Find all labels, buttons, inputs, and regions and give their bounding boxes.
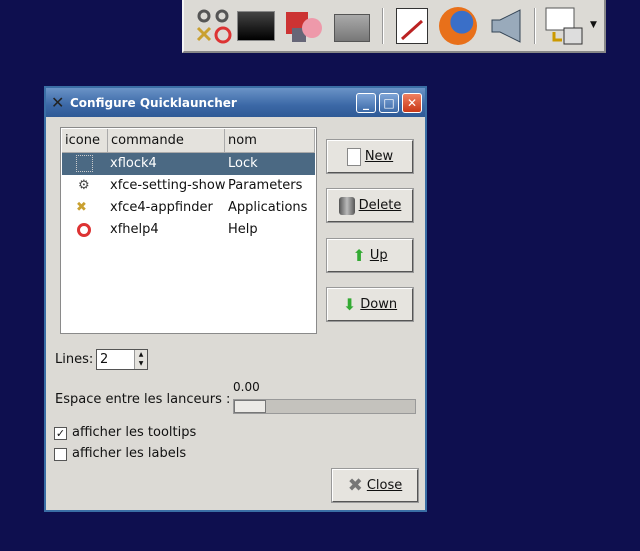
close-x-icon: ✖ bbox=[347, 475, 363, 496]
arrow-up-icon: ⬆ bbox=[352, 246, 366, 265]
gear-icon: ⚙ bbox=[78, 178, 90, 193]
list-item[interactable]: ⚙ xfce-setting-show Parameters bbox=[62, 175, 315, 197]
column-header-icone[interactable]: icone bbox=[62, 129, 108, 153]
new-label: New bbox=[364, 149, 394, 164]
tooltips-label: afficher les tooltips bbox=[72, 425, 197, 440]
spacing-label: Espace entre les lanceurs : bbox=[55, 392, 231, 407]
close-label: Close bbox=[366, 478, 403, 493]
down-label: Down bbox=[360, 297, 398, 312]
command-cell: xfce4-appfinder bbox=[110, 200, 213, 215]
sound-icon[interactable] bbox=[486, 6, 526, 46]
column-header-nom[interactable]: nom bbox=[225, 129, 315, 153]
lines-label: Lines: bbox=[55, 352, 94, 367]
close-button[interactable]: ✖ Close bbox=[331, 468, 419, 503]
xfce-x-icon: ✕ bbox=[51, 93, 65, 112]
terminal-icon[interactable] bbox=[236, 6, 276, 46]
launcher-list[interactable]: icone commande nom xflock4 Lock ⚙ xfce-s… bbox=[60, 127, 317, 334]
lines-value: 2 bbox=[100, 352, 109, 367]
spin-arrows[interactable]: ▲ ▼ bbox=[134, 350, 147, 369]
install-package-icon[interactable] bbox=[282, 6, 322, 46]
firefox-icon[interactable] bbox=[438, 6, 478, 46]
lines-spinbutton[interactable]: 2 ▲ ▼ bbox=[96, 349, 148, 370]
spacing-slider[interactable] bbox=[233, 399, 416, 414]
minimize-button[interactable]: _ bbox=[356, 93, 376, 113]
slider-handle[interactable] bbox=[234, 400, 266, 413]
tooltips-checkbox[interactable]: ✓ bbox=[54, 427, 67, 440]
labels-checkbox[interactable] bbox=[54, 448, 67, 461]
spacing-value: 0.00 bbox=[233, 380, 260, 394]
lock-icon bbox=[76, 155, 93, 172]
window-switcher-icon[interactable] bbox=[544, 6, 584, 46]
command-cell: xfhelp4 bbox=[110, 222, 159, 237]
text-editor-icon[interactable] bbox=[392, 6, 432, 46]
configure-quicklauncher-dialog: ✕ Configure Quicklauncher _ □ ✕ icone co… bbox=[44, 86, 427, 512]
dialog-title: Configure Quicklauncher bbox=[70, 96, 237, 110]
name-cell: Parameters bbox=[228, 178, 303, 193]
name-cell: Applications bbox=[228, 200, 308, 215]
down-button[interactable]: ⬇ Down bbox=[326, 287, 414, 322]
title-bar[interactable]: ✕ Configure Quicklauncher _ □ ✕ bbox=[46, 88, 425, 117]
list-item[interactable]: xfhelp4 Help bbox=[62, 219, 315, 241]
labels-label: afficher les labels bbox=[72, 446, 187, 461]
name-cell: Lock bbox=[228, 156, 258, 171]
name-cell: Help bbox=[228, 222, 258, 237]
arrow-down-icon: ⬇ bbox=[342, 295, 357, 314]
xfce-panel: ▼ bbox=[182, 0, 606, 53]
chevron-down-icon[interactable]: ▼ bbox=[590, 20, 597, 30]
new-document-icon bbox=[346, 147, 361, 166]
lifebuoy-icon bbox=[77, 223, 91, 237]
close-window-button[interactable]: ✕ bbox=[402, 93, 422, 113]
command-cell: xflock4 bbox=[110, 156, 157, 171]
maximize-button[interactable]: □ bbox=[379, 93, 399, 113]
up-button[interactable]: ⬆ Up bbox=[326, 238, 414, 273]
delete-label: Delete bbox=[358, 198, 402, 213]
up-label: Up bbox=[369, 248, 388, 263]
delete-button[interactable]: Delete bbox=[326, 188, 414, 223]
list-item[interactable]: xflock4 Lock bbox=[62, 153, 315, 175]
list-item[interactable]: ✖ xfce4-appfinder Applications bbox=[62, 197, 315, 219]
xfce-settings-icon[interactable] bbox=[194, 6, 234, 46]
column-header-commande[interactable]: commande bbox=[108, 129, 225, 153]
tools-icon: ✖ bbox=[76, 200, 87, 215]
new-button[interactable]: New bbox=[326, 139, 414, 174]
trash-icon bbox=[338, 196, 355, 215]
file-manager-icon[interactable] bbox=[332, 6, 372, 46]
command-cell: xfce-setting-show bbox=[110, 178, 226, 193]
